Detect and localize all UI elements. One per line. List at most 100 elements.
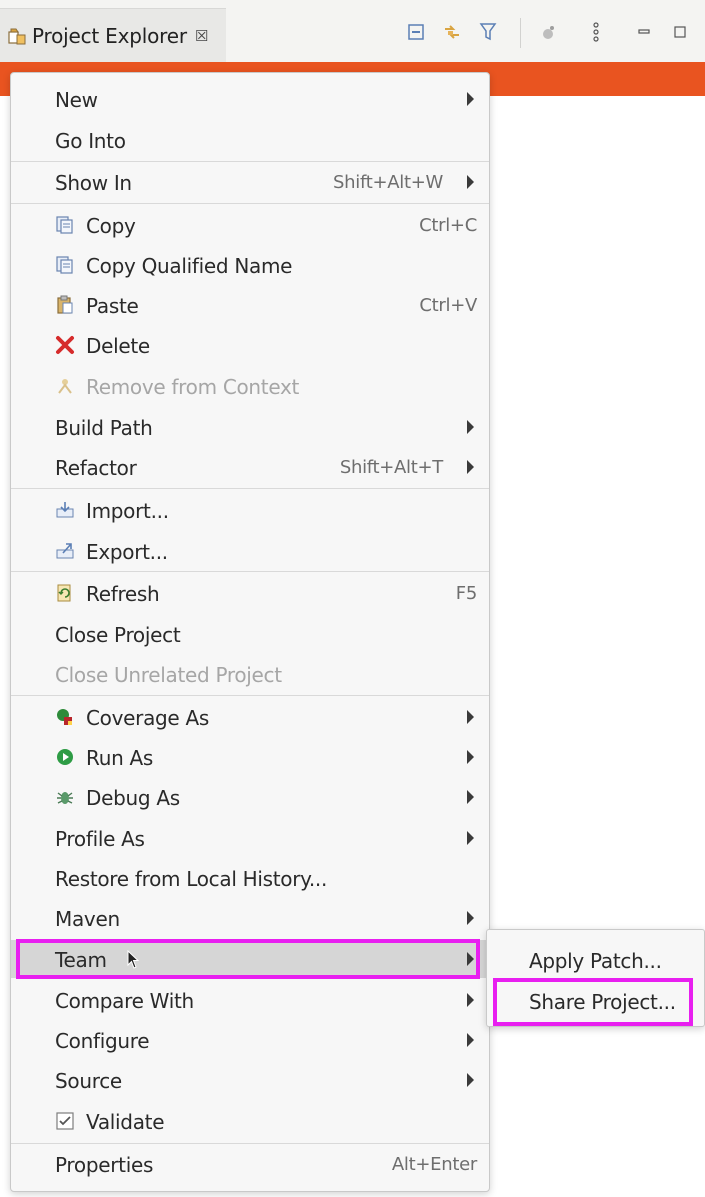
menu-item-label: Export... [86,540,168,564]
debug-icon [57,792,73,804]
menu-item-show-in[interactable]: Show In Shift+Alt+W [11,163,489,201]
menu-item-coverage-as[interactable]: Coverage As [11,698,489,736]
submenu-arrow-icon [467,1073,474,1087]
menu-item-refactor[interactable]: Refactor Shift+Alt+T [11,448,489,486]
submenu-arrow-icon [467,911,474,925]
menu-item-label: Validate [86,1110,165,1134]
menu-separator [11,1143,489,1144]
submenu-arrow-icon [467,92,474,106]
copy-qualified-name-icon [56,256,73,274]
menu-item-label: Remove from Context [86,375,300,399]
menu-separator [11,161,489,162]
project-explorer-icon [8,28,26,45]
menu-item-label: Delete [86,334,150,358]
menu-item-configure[interactable]: Configure [11,1021,489,1059]
copy-icon [56,216,73,234]
submenu-item-apply-patch[interactable]: Apply Patch... [487,941,705,979]
menu-item-label: Compare With [55,989,194,1013]
collapse-all-icon[interactable] [404,20,428,44]
menu-item-new[interactable]: New [11,80,489,118]
menu-item-validate[interactable]: Validate [11,1102,489,1140]
submenu-arrow-icon [467,175,474,189]
menu-shortcut: Alt+Enter [391,1154,477,1175]
menu-item-maven[interactable]: Maven [11,899,489,937]
menu-item-remove-from-context[interactable]: Remove from Context [11,367,489,405]
submenu-arrow-icon [467,790,474,804]
project-explorer-tab[interactable]: Project Explorer ☒ [0,8,226,63]
paste-icon [57,295,73,314]
filter-icon[interactable] [476,20,500,44]
menu-item-label: Configure [55,1029,150,1053]
menu-item-label: Coverage As [86,706,209,730]
menu-item-label: New [55,88,98,112]
submenu-arrow-icon [467,420,474,434]
focus-icon[interactable] [536,20,560,44]
toolbar-separator [520,18,521,48]
link-with-editor-icon[interactable] [440,20,464,44]
view-header: Project Explorer ☒ [0,0,705,63]
menu-item-label: Refresh [86,582,160,606]
menu-separator [11,695,489,696]
menu-item-label: Restore from Local History... [55,867,328,891]
submenu-item-label: Apply Patch... [529,949,662,973]
menu-item-label: Close Unrelated Project [55,663,282,687]
submenu-arrow-icon [467,460,474,474]
refresh-icon [57,584,71,602]
team-annotation-box [16,939,480,979]
menu-item-label: Copy [86,214,136,238]
menu-item-debug-as[interactable]: Debug As [11,778,489,816]
menu-item-build-path[interactable]: Build Path [11,408,489,446]
menu-item-export[interactable]: Export... [11,532,489,570]
share-project-annotation-box [493,978,693,1026]
remove-from-context-icon [58,379,72,394]
submenu-arrow-icon [467,1033,474,1047]
menu-item-properties[interactable]: Properties Alt+Enter [11,1145,489,1183]
menu-item-label: Profile As [55,827,145,851]
maximize-icon[interactable] [668,20,692,44]
menu-item-label: Properties [55,1153,154,1177]
menu-item-import[interactable]: Import... [11,491,489,529]
menu-item-label: Source [55,1069,122,1093]
run-icon [57,749,73,765]
menu-item-copy[interactable]: Copy Ctrl+C [11,206,489,244]
menu-item-source[interactable]: Source [11,1061,489,1099]
menu-separator [11,571,489,572]
context-menu: New Go Into Show In Shift+Alt+W Copy Ctr… [10,72,490,1192]
submenu-arrow-icon [467,993,474,1007]
menu-item-delete[interactable]: Delete [11,326,489,364]
close-icon[interactable]: ☒ [195,27,208,45]
menu-item-compare-with[interactable]: Compare With [11,981,489,1019]
menu-item-run-as[interactable]: Run As [11,738,489,776]
menu-item-label: Paste [86,294,139,318]
menu-shortcut: Shift+Alt+T [339,457,443,478]
menu-item-refresh[interactable]: Refresh F5 [11,574,489,612]
menu-item-label: Show In [55,171,132,195]
menu-item-label: Debug As [86,786,180,810]
minimize-icon[interactable] [632,20,656,44]
delete-icon [56,336,74,354]
menu-item-label: Import... [86,499,169,523]
import-icon [56,502,74,518]
menu-shortcut: Ctrl+C [419,215,477,236]
menu-item-copy-qualified-name[interactable]: Copy Qualified Name [11,246,489,284]
menu-separator [11,488,489,489]
menu-item-go-into[interactable]: Go Into [11,121,489,159]
menu-item-label: Maven [55,907,120,931]
menu-shortcut: F5 [455,583,478,604]
menu-separator [11,203,489,204]
submenu-arrow-icon [467,750,474,764]
menu-item-close-unrelated-project[interactable]: Close Unrelated Project [11,655,489,693]
menu-item-close-project[interactable]: Close Project [11,615,489,653]
menu-item-restore-from-local-history[interactable]: Restore from Local History... [11,859,489,897]
checkbox-checked-icon [56,1112,74,1130]
menu-shortcut: Ctrl+V [419,295,477,316]
view-menu-icon[interactable] [584,20,608,44]
menu-item-label: Refactor [55,456,137,480]
menu-item-label: Copy Qualified Name [86,254,293,278]
menu-item-label: Close Project [55,623,181,647]
menu-shortcut: Shift+Alt+W [333,172,443,193]
export-icon [56,543,74,559]
menu-item-label: Build Path [55,416,153,440]
menu-item-profile-as[interactable]: Profile As [11,819,489,857]
menu-item-paste[interactable]: Paste Ctrl+V [11,286,489,324]
